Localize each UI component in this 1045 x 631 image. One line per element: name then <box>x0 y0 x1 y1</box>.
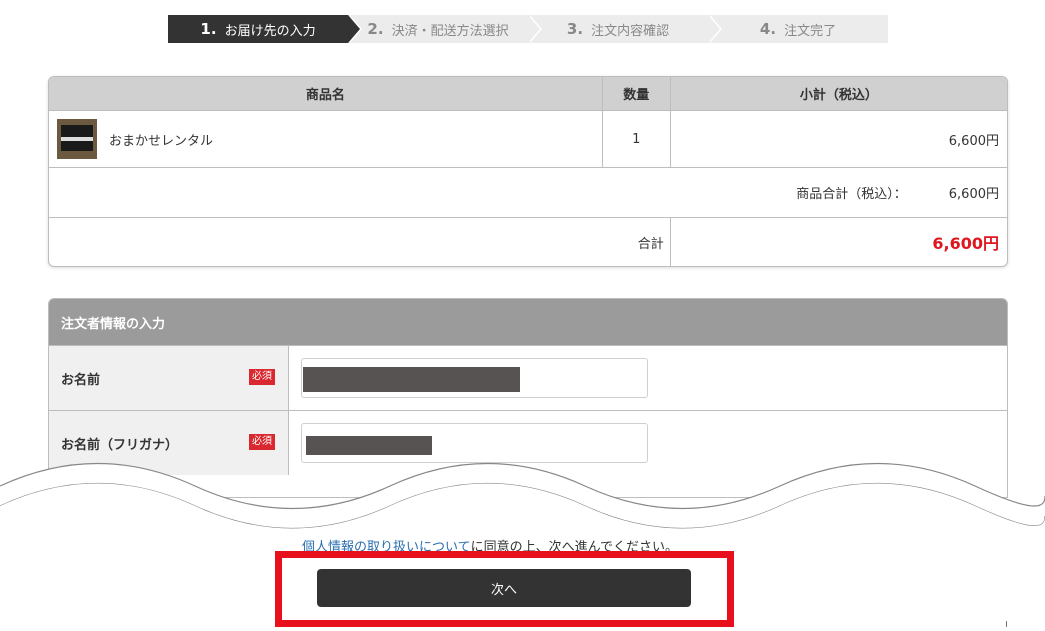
kana-label: お名前（フリガナ） <box>61 437 179 453</box>
step-arrow-icon <box>348 15 360 43</box>
step-arrow-icon <box>708 15 720 43</box>
items-total-label: 商品合計（税込）： <box>796 187 907 202</box>
required-badge: 必須 <box>249 369 275 385</box>
step-2: 2. 決済・配送方法選択 <box>348 15 542 43</box>
name-input[interactable] <box>301 358 648 398</box>
step-label: お届け先の入力 <box>224 23 316 39</box>
col-subtotal: 小計（税込） <box>799 88 878 103</box>
cart-table: 商品名 数量 小計（税込） おまかせレンタル 1 6,600円 商品合計（税込）… <box>48 76 1008 267</box>
table-row: おまかせレンタル 1 6,600円 <box>49 110 1007 167</box>
field-label: お名前 必須 <box>49 346 289 410</box>
name-label: お名前 <box>61 372 101 388</box>
page-break-wave <box>0 463 1045 536</box>
step-4: 4. 注文完了 <box>708 15 888 43</box>
step-1: 1. お届け先の入力 <box>168 15 362 43</box>
col-product: 商品名 <box>49 77 603 110</box>
checkout-steps: 1. お届け先の入力 2. 決済・配送方法選択 3. 注文内容確認 4. 注文完… <box>168 15 888 43</box>
product-cell: おまかせレンタル <box>49 111 603 167</box>
step-label: 注文内容確認 <box>591 23 670 39</box>
cart-header: 商品名 数量 小計（税込） <box>49 77 1007 110</box>
items-total-row: 商品合計（税込）： 6,600円 <box>49 167 1007 217</box>
step-arrow-icon <box>528 15 540 43</box>
redacted-value <box>306 436 432 455</box>
step-number: 4. <box>759 20 777 38</box>
quantity-cell: 1 <box>603 111 671 167</box>
form-title: 注文者情報の入力 <box>49 299 1007 345</box>
grand-total-value: 6,600円 <box>932 234 999 253</box>
product-name: おまかせレンタル <box>109 133 214 149</box>
grand-total-row: 合計 6,600円 <box>49 217 1007 266</box>
grand-total-label: 合計 <box>49 218 671 266</box>
required-badge: 必須 <box>249 434 275 450</box>
items-total-value: 6,600円 <box>948 187 999 202</box>
redacted-value <box>303 367 520 392</box>
step-label: 決済・配送方法選択 <box>391 23 509 39</box>
form-row-name: お名前 必須 <box>49 345 1007 410</box>
col-qty: 数量 <box>603 77 671 110</box>
step-number: 1. <box>200 20 217 38</box>
subtotal-cell: 6,600円 <box>948 133 999 149</box>
product-thumbnail <box>57 119 97 159</box>
next-button[interactable]: 次へ <box>317 569 691 607</box>
step-label: 注文完了 <box>784 23 837 39</box>
step-number: 2. <box>367 20 384 38</box>
step-number: 3. <box>566 20 584 38</box>
step-3: 3. 注文内容確認 <box>528 15 722 43</box>
